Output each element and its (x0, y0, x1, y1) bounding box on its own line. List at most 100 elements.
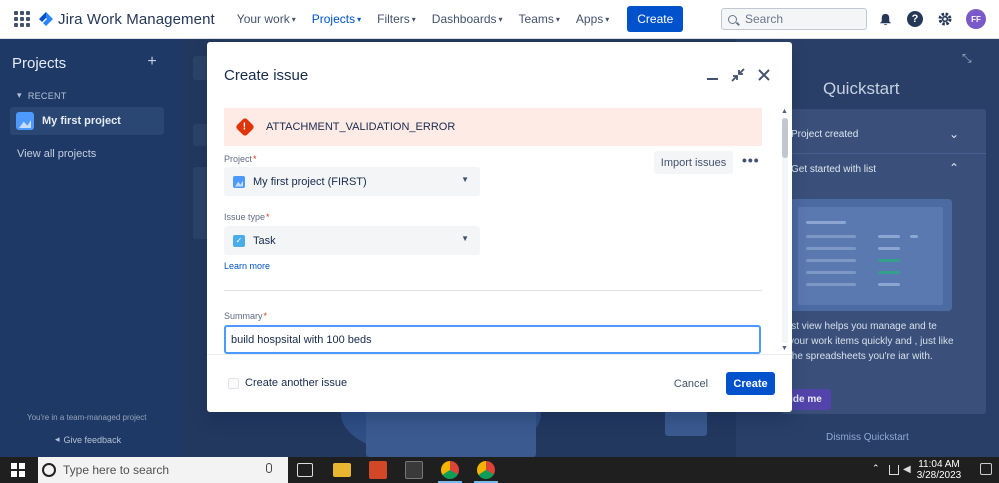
quickstart-title: Quickstart (823, 79, 900, 98)
issue-type-select[interactable]: ✓ Task ▼ (224, 226, 480, 255)
learn-more-link[interactable]: Learn more (224, 261, 270, 271)
chevron-up-icon[interactable]: ⌃ (949, 161, 959, 175)
error-banner: ! ATTACHMENT_VALIDATION_ERROR (224, 108, 762, 146)
sidebar-project-label: My first project (42, 115, 121, 127)
scroll-thumb[interactable] (782, 118, 788, 158)
system-clock[interactable]: 11:04 AM 3/28/2023 (912, 459, 966, 481)
background-illustration-board (366, 409, 536, 457)
chevron-up-icon[interactable]: ⌃ (872, 463, 880, 474)
issue-type-value: Task (253, 234, 276, 247)
minimize-icon[interactable] (704, 66, 722, 84)
network-icon[interactable] (889, 465, 899, 475)
settings-gear-icon[interactable] (936, 10, 954, 28)
nav-teams[interactable]: Teams ▾ (513, 8, 566, 30)
close-icon[interactable] (755, 66, 773, 84)
nav-filters[interactable]: Filters ▾ (371, 8, 422, 30)
required-marker: * (253, 154, 257, 164)
add-project-icon[interactable]: + (143, 53, 161, 71)
create-issue-modal: Create issue ▲ ▼ ! ATTACHMENT_VALIDATION… (207, 42, 792, 412)
top-navigation: Jira Work Management Your work ▾ Projects… (0, 0, 999, 39)
project-field-label: Project* (224, 154, 257, 164)
collapse-arrows-icon[interactable] (729, 66, 747, 84)
nav-projects-label: Projects (311, 12, 356, 26)
more-options-icon[interactable]: ••• (742, 152, 760, 168)
jira-logo-icon (39, 12, 53, 26)
view-all-projects-link[interactable]: View all projects (17, 148, 96, 160)
chrome-profile-icon[interactable] (477, 461, 495, 479)
quickstart-description: ist view helps you manage and te your wo… (789, 321, 954, 362)
recent-label: RECENT (27, 90, 67, 101)
nav-apps[interactable]: Apps ▾ (570, 8, 615, 30)
create-button-top[interactable]: Create (627, 6, 684, 32)
chevron-down-icon: ▾ (17, 90, 22, 100)
volume-icon[interactable]: ◀ (903, 464, 911, 475)
recent-section[interactable]: ▾ RECENT (17, 90, 67, 101)
chevron-down-icon: ▾ (357, 14, 362, 24)
file-explorer-icon[interactable] (333, 463, 351, 477)
nav-filters-label: Filters (377, 12, 410, 26)
notifications-icon[interactable] (876, 10, 894, 28)
scroll-down-icon[interactable]: ▼ (781, 345, 788, 352)
create-another-label[interactable]: Create another issue (245, 377, 347, 389)
help-icon[interactable]: ? (906, 10, 924, 28)
chevron-down-icon: ▼ (461, 234, 469, 243)
dismiss-quickstart-link[interactable]: Dismiss Quickstart (826, 432, 909, 443)
powerpoint-icon[interactable] (369, 461, 387, 479)
team-managed-note: You're in a team-managed project (27, 413, 147, 422)
modal-title: Create issue (224, 67, 309, 84)
scroll-up-icon[interactable]: ▲ (781, 108, 788, 115)
clock-time: 11:04 AM (918, 459, 960, 470)
summary-field-label: Summary* (224, 311, 267, 321)
chevron-down-icon: ▾ (498, 14, 503, 24)
quickstart-project-created[interactable]: Project created (791, 129, 858, 140)
nav-menu: Your work ▾ Projects ▾ Filters ▾ Dashboards… (231, 8, 615, 30)
project-select[interactable]: My first project (FIRST) ▼ (224, 167, 480, 196)
nav-dashboards-label: Dashboards (431, 12, 497, 26)
chevron-down-icon[interactable]: ⌄ (949, 127, 959, 141)
search-input[interactable]: Search (721, 8, 867, 30)
error-icon: ! (235, 117, 255, 137)
nav-projects[interactable]: Projects ▾ (306, 8, 367, 30)
import-issues-button[interactable]: Import issues (654, 151, 733, 174)
user-avatar[interactable]: FF (966, 9, 986, 29)
task-view-icon[interactable] (297, 463, 313, 477)
windows-taskbar: Type here to search ⌃ ◀ 11:04 AM 3/28/20… (0, 457, 999, 483)
sidebar-item-my-first-project[interactable]: My first project (10, 107, 164, 135)
nav-your-work[interactable]: Your work ▾ (231, 8, 302, 30)
nav-apps-label: Apps (575, 12, 604, 26)
taskbar-search-placeholder: Type here to search (63, 463, 170, 477)
error-message: ATTACHMENT_VALIDATION_ERROR (266, 121, 456, 133)
chrome-icon[interactable] (441, 461, 459, 479)
summary-label-text: Summary (224, 311, 263, 321)
app-switcher-icon[interactable] (14, 11, 30, 27)
project-avatar-icon (16, 112, 34, 130)
nav-your-work-label: Your work (236, 12, 290, 26)
create-button[interactable]: Create (726, 372, 775, 395)
footer-divider (207, 354, 792, 355)
section-divider (224, 290, 762, 291)
task-check-icon: ✓ (233, 234, 245, 247)
microphone-icon[interactable] (266, 463, 272, 473)
chevron-down-icon: ▾ (291, 14, 296, 24)
quickstart-get-started-list[interactable]: Get started with list (791, 164, 876, 175)
jira-logo[interactable]: Jira Work Management (38, 11, 215, 28)
windows-start-icon[interactable] (11, 463, 25, 477)
chevron-down-icon: ▼ (461, 175, 469, 184)
issue-type-label-text: Issue type (224, 212, 266, 222)
cancel-button[interactable]: Cancel (669, 372, 713, 395)
top-icons: ? FF (876, 9, 986, 29)
issue-type-field-label: Issue type* (224, 212, 270, 222)
project-avatar-icon (233, 175, 245, 188)
notification-center-icon[interactable] (980, 463, 992, 475)
create-another-checkbox[interactable] (228, 378, 239, 389)
modal-scrollbar[interactable]: ▲ ▼ (781, 108, 789, 353)
taskbar-search-input[interactable]: Type here to search (38, 457, 288, 483)
nav-dashboards[interactable]: Dashboards ▾ (426, 8, 509, 30)
chevron-down-icon: ▾ (411, 14, 416, 24)
give-feedback-link[interactable]: ◂ Give feedback (55, 434, 121, 445)
give-feedback-label: Give feedback (63, 434, 122, 445)
summary-input[interactable]: build hospsital with 100 beds (224, 325, 761, 354)
chevron-down-icon: ▾ (555, 14, 560, 24)
store-icon[interactable] (405, 461, 423, 479)
collapse-panel-icon[interactable]: ⤡ (962, 51, 972, 66)
